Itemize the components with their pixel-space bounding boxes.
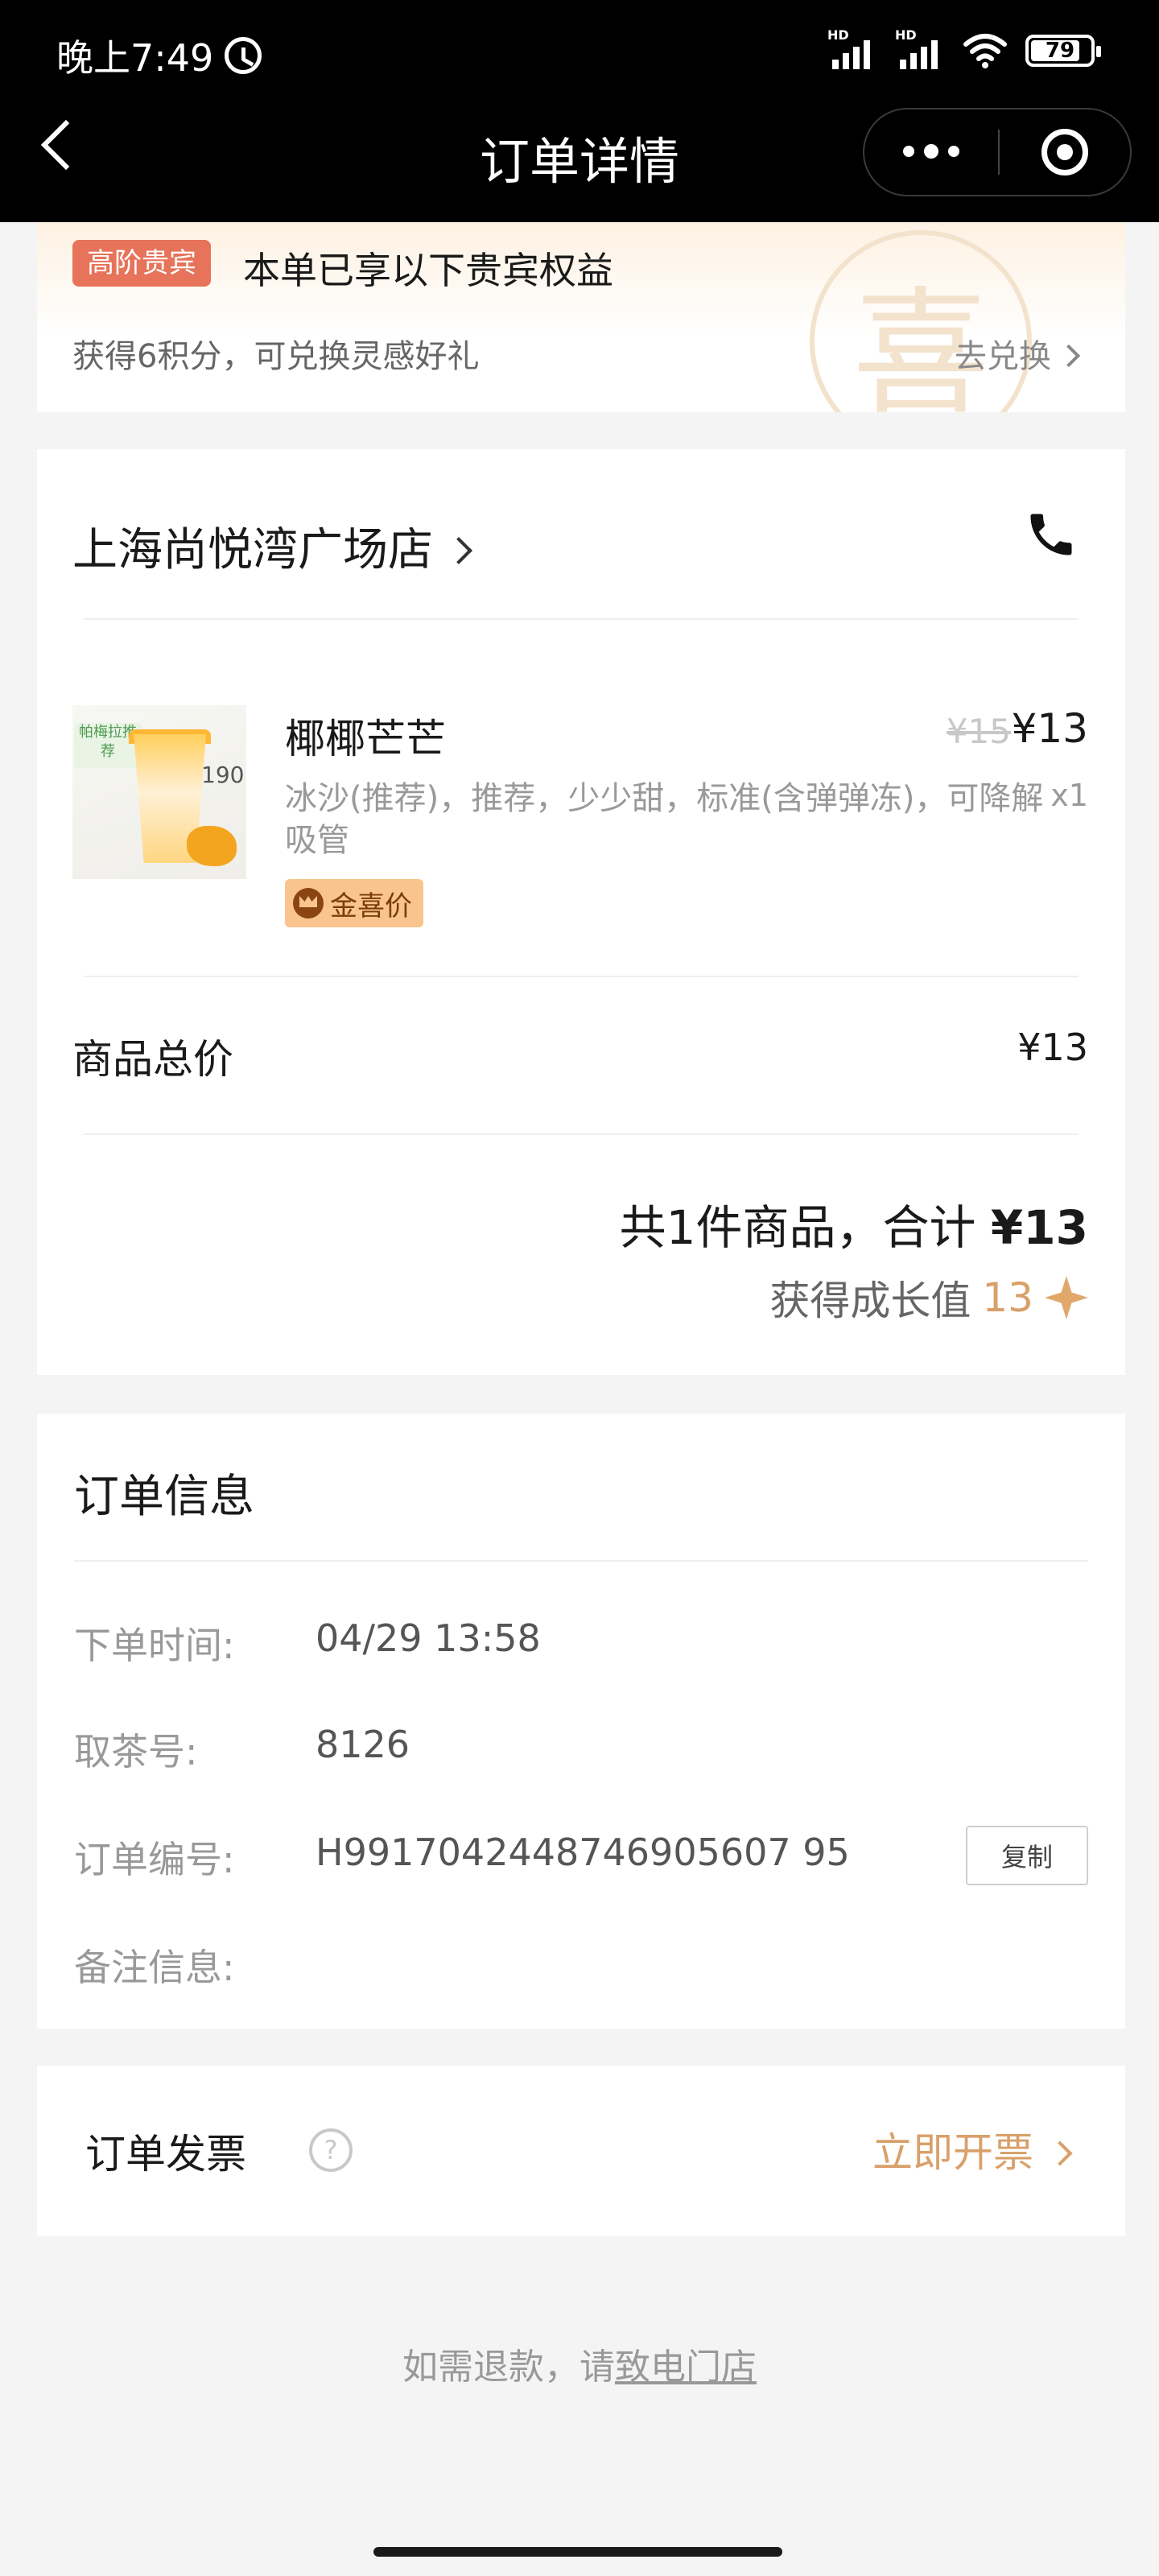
phone-icon[interactable] xyxy=(1024,507,1079,562)
info-key: 取茶号: xyxy=(74,1730,198,1773)
call-store-link[interactable]: 致电门店 xyxy=(615,2347,757,2388)
info-key: 订单编号: xyxy=(74,1838,235,1881)
alarm-icon xyxy=(225,37,262,74)
divider xyxy=(74,1560,1088,1562)
calorie-number: 190 xyxy=(201,762,245,788)
product-quantity: x1 xyxy=(1050,778,1088,813)
redeem-label: 去兑换 xyxy=(955,338,1051,375)
info-value: 04/29 13:58 xyxy=(316,1616,541,1660)
chevron-right-icon xyxy=(445,536,472,564)
total-value: ¥13 xyxy=(990,1200,1088,1255)
signal-icon: HD xyxy=(827,27,877,69)
battery-icon: 79 xyxy=(1025,35,1101,67)
total-text: 共1件商品，合计 xyxy=(619,1200,976,1255)
vip-benefits-title: 本单已享以下贵宾权益 xyxy=(243,249,613,292)
top-bar: 晚上7:49 HD HD 79 订单详情 xyxy=(0,0,1159,222)
info-value: H9917042448746905607 95 xyxy=(316,1831,850,1874)
invoice-card: 订单发票 ? 立即开票 xyxy=(37,2066,1125,2236)
mini-program-capsule xyxy=(863,108,1132,196)
divider xyxy=(84,1133,1079,1135)
gold-price-label: 金喜价 xyxy=(330,890,412,923)
issue-invoice-label: 立即开票 xyxy=(872,2129,1033,2176)
product-price: ¥13 xyxy=(1011,705,1088,752)
points-earned-text: 获得6积分，可兑换灵感好礼 xyxy=(72,338,480,375)
refund-note: 如需退款，请致电门店 xyxy=(0,2338,1159,2389)
info-key: 备注信息: xyxy=(74,1946,235,1989)
mango-image xyxy=(187,826,237,866)
subtotal-label: 商品总价 xyxy=(72,1036,233,1083)
growth-value: 13 xyxy=(982,1274,1033,1321)
status-time: 晚上7:49 xyxy=(56,29,262,82)
chevron-right-icon xyxy=(1047,2140,1073,2166)
issue-invoice-link[interactable]: 立即开票 xyxy=(872,2120,1073,2178)
store-name: 上海尚悦湾广场店 xyxy=(72,524,433,576)
info-value: 8126 xyxy=(316,1723,410,1766)
battery-level: 79 xyxy=(1045,39,1075,63)
vip-level-badge: 高阶贵宾 xyxy=(72,240,211,287)
product-name: 椰椰芒芒 xyxy=(285,716,446,762)
subtotal-value: ¥13 xyxy=(1017,1026,1088,1069)
info-key: 下单时间: xyxy=(74,1624,235,1667)
close-mini-program-button[interactable] xyxy=(1000,129,1130,175)
divider xyxy=(84,618,1079,620)
gold-price-badge: 金喜价 xyxy=(285,879,423,927)
order-card: 上海尚悦湾广场店 帕梅拉推荐 190 椰椰芒芒 冰沙(推荐)，推荐，少少甜，标准… xyxy=(37,449,1125,1375)
vip-benefits-card: 喜 高阶贵宾 本单已享以下贵宾权益 获得6积分，可兑换灵感好礼 去兑换 xyxy=(37,222,1125,412)
target-icon xyxy=(1041,129,1088,175)
order-total: 共1件商品，合计 ¥13 xyxy=(620,1190,1088,1257)
product-spec: 冰沙(推荐)，推荐，少少甜，标准(含弹弹冻)，可降解吸管 xyxy=(285,780,1044,859)
order-info-title: 订单信息 xyxy=(74,1471,254,1523)
original-price: ¥15 xyxy=(946,712,1011,751)
store-link[interactable]: 上海尚悦湾广场店 xyxy=(72,514,472,579)
wifi-icon xyxy=(963,34,1007,68)
sparkle-icon xyxy=(1045,1276,1088,1319)
more-options-icon[interactable] xyxy=(864,144,998,159)
growth-points: 获得成长值 13 xyxy=(769,1269,1088,1327)
signal-icon: HD xyxy=(895,27,945,69)
copy-order-number-button[interactable]: 复制 xyxy=(966,1826,1088,1885)
crown-icon xyxy=(293,888,324,919)
growth-label: 获得成长值 xyxy=(769,1278,971,1324)
xi-watermark-icon: 喜 xyxy=(810,230,1032,412)
invoice-label: 订单发票 xyxy=(85,2131,246,2178)
redeem-link[interactable]: 去兑换 xyxy=(955,330,1081,377)
product-image: 帕梅拉推荐 190 xyxy=(72,705,246,879)
refund-prefix: 如需退款，请 xyxy=(402,2347,615,2388)
help-icon[interactable]: ? xyxy=(309,2128,353,2172)
time-text: 晚上7:49 xyxy=(56,36,214,80)
chevron-right-icon xyxy=(1057,344,1081,368)
home-indicator[interactable] xyxy=(373,2547,782,2557)
order-info-card: 订单信息 下单时间: 04/29 13:58 取茶号: 8126 订单编号: H… xyxy=(37,1414,1125,2029)
divider xyxy=(84,976,1079,977)
status-icons: HD HD 79 xyxy=(827,27,1101,69)
